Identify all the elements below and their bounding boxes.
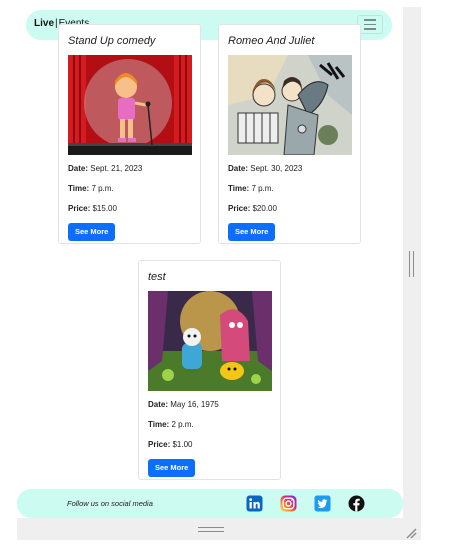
footer: Follow us on social media xyxy=(17,489,403,518)
date-value: Sept. 30, 2023 xyxy=(250,164,303,173)
event-date: Date: Sept. 21, 2023 xyxy=(68,164,142,173)
instagram-icon[interactable] xyxy=(280,495,297,512)
event-title: Romeo And Juliet xyxy=(228,35,315,47)
event-title: test xyxy=(148,271,166,283)
time-value: 7 p.m. xyxy=(91,184,114,193)
see-more-button[interactable]: See More xyxy=(68,223,116,241)
twitter-icon[interactable] xyxy=(314,495,331,512)
stand-up-comedy-image[interactable] xyxy=(68,55,192,155)
date-value: May 16, 1975 xyxy=(170,400,219,409)
event-title: Stand Up comedy xyxy=(68,35,156,47)
event-time: Time: 2 p.m. xyxy=(148,420,194,429)
romeo-and-juliet-image[interactable] xyxy=(228,55,352,155)
price-value: $1.00 xyxy=(172,440,193,449)
event-card: Stand Up comedy Date: Sept. 21, 2023 Tim… xyxy=(58,24,201,244)
resizable-frame: Live|Events Stand Up comedy xyxy=(17,7,421,540)
facebook-icon[interactable] xyxy=(348,495,365,512)
date-value: Sept. 21, 2023 xyxy=(90,164,143,173)
footer-text: Follow us on social media xyxy=(67,499,153,508)
price-label: Price: xyxy=(148,440,171,449)
price-value: $15.00 xyxy=(92,204,117,213)
price-label: Price: xyxy=(68,204,91,213)
time-value: 2 p.m. xyxy=(171,420,194,429)
event-time: Time: 7 p.m. xyxy=(228,184,274,193)
vertical-resize-handle[interactable] xyxy=(409,251,414,277)
time-label: Time: xyxy=(68,184,90,193)
linkedin-icon[interactable] xyxy=(246,495,263,512)
brand-bold: Live xyxy=(34,18,55,29)
event-price: Price: $20.00 xyxy=(228,204,277,213)
see-more-button[interactable]: See More xyxy=(228,223,276,241)
cartoon-characters-image[interactable] xyxy=(148,291,272,391)
price-value: $20.00 xyxy=(252,204,277,213)
time-value: 7 p.m. xyxy=(251,184,274,193)
event-card: test Date: May 16, 1975 Time: 2 p.m. Pri… xyxy=(138,260,281,480)
page-viewport: Live|Events Stand Up comedy xyxy=(17,7,403,518)
date-label: Date: xyxy=(148,400,169,409)
resize-corner-icon[interactable] xyxy=(405,526,417,539)
event-card: Romeo And Juliet Date: Sept. 30, 2023 Ti… xyxy=(218,24,361,244)
event-date: Date: Sept. 30, 2023 xyxy=(228,164,302,173)
event-date: Date: May 16, 1975 xyxy=(148,400,219,409)
price-label: Price: xyxy=(228,204,251,213)
date-label: Date: xyxy=(228,164,249,173)
time-label: Time: xyxy=(148,420,170,429)
date-label: Date: xyxy=(68,164,89,173)
see-more-button[interactable]: See More xyxy=(148,459,196,477)
time-label: Time: xyxy=(228,184,250,193)
event-time: Time: 7 p.m. xyxy=(68,184,114,193)
event-price: Price: $15.00 xyxy=(68,204,117,213)
bottom-bar xyxy=(17,518,421,540)
horizontal-resize-handle[interactable] xyxy=(198,527,224,532)
event-price: Price: $1.00 xyxy=(148,440,193,449)
